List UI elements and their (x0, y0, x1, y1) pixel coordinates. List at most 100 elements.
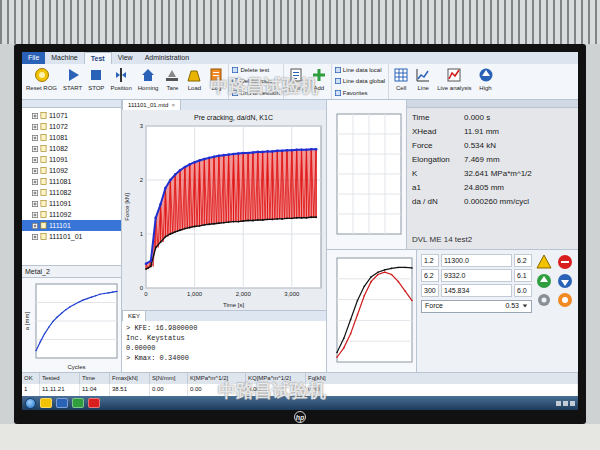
tray-icon[interactable] (570, 401, 575, 406)
control-button[interactable] (557, 254, 573, 270)
column-header[interactable]: Time (80, 373, 110, 384)
control-value[interactable]: 6.0 (514, 284, 532, 297)
control-button[interactable] (536, 254, 552, 270)
ribbon-button[interactable]: Position (108, 64, 133, 99)
cycle-line (233, 154, 234, 222)
ribbon-button-icon-holder (478, 67, 494, 83)
control-value[interactable]: 6.1 (514, 269, 532, 282)
column-header[interactable]: Fq[kN] (306, 373, 578, 384)
column-header[interactable]: S[N/mm] (150, 373, 188, 384)
cycle-line (291, 150, 292, 218)
cycle-line (194, 162, 195, 226)
readout-value: 32.641 MPa*m^1/2 (464, 167, 573, 181)
tree-item[interactable]: 111101 (22, 220, 121, 231)
log-tab[interactable]: KEY (122, 311, 146, 321)
ribbon-small-button[interactable]: End of session (232, 89, 279, 97)
ribbon-button[interactable]: Add (309, 64, 329, 99)
cycle-line (262, 152, 263, 220)
tray-icon[interactable] (556, 401, 561, 406)
column-header[interactable]: OK (22, 373, 40, 384)
ribbon-small-label: Delete rows (240, 77, 272, 85)
control-value[interactable]: 6.2 (514, 254, 532, 267)
column-header[interactable]: KQ[MPa*m^1/2] (246, 373, 306, 384)
ribbon-small-button[interactable]: Delete rows (232, 77, 279, 85)
log-panel: KEY > KFE: 16.9800000Inc. Keystatus0.000… (122, 310, 326, 372)
control-value[interactable]: 11300.0 (441, 254, 512, 267)
max-force-point (188, 163, 191, 166)
expand-icon (32, 212, 38, 218)
ribbon-button[interactable]: Cell (391, 64, 411, 99)
workspace: 1107111072110811108211091110921110811110… (22, 100, 578, 372)
control-value[interactable]: 1.2 (421, 254, 439, 267)
tree-item[interactable]: 11081 (22, 132, 121, 143)
small-action-icon (335, 78, 341, 84)
column-header[interactable]: Tested (40, 373, 80, 384)
taskbar-app-icon[interactable] (40, 398, 52, 408)
grid-line (337, 299, 412, 300)
ribbon-button-icon-holder (140, 67, 156, 83)
ribbon-button[interactable]: Log (206, 64, 226, 99)
readout-row: Time0.000 s (412, 111, 573, 125)
control-value[interactable]: 6.2 (421, 269, 439, 282)
document-tab[interactable]: 111101_01.mtd× (122, 100, 181, 110)
taskbar-app-icon[interactable] (88, 398, 100, 408)
menu-tab[interactable]: Administration (139, 52, 195, 64)
tree-item[interactable]: 11071 (22, 110, 121, 121)
tree-item[interactable]: 11082 (22, 143, 121, 154)
close-button[interactable]: × (171, 100, 175, 110)
ribbon-button[interactable]: STOP (86, 64, 106, 99)
control-button[interactable] (557, 273, 573, 289)
menu-tab[interactable]: View (112, 52, 139, 64)
control-button[interactable] (536, 273, 552, 289)
control-value[interactable]: 9332.0 (441, 269, 512, 282)
high-icon (478, 67, 494, 83)
control-button[interactable] (557, 292, 573, 308)
tree-item[interactable]: 11091 (22, 154, 121, 165)
ribbon-button-icon-holder (393, 67, 409, 83)
down-arrow-icon (557, 273, 573, 289)
start-button[interactable] (25, 398, 36, 409)
menu-tab[interactable]: File (22, 52, 45, 64)
ribbon-button[interactable]: Reset ROG (24, 64, 59, 99)
grid-line (291, 126, 292, 288)
ribbon-small-label: Line data global (343, 77, 385, 85)
ribbon-button[interactable]: Result (286, 64, 307, 99)
tree-item[interactable]: 111091 (22, 198, 121, 209)
column-header[interactable]: K[MPa*m^1/2] (188, 373, 246, 384)
max-force-point (252, 151, 255, 154)
control-value[interactable]: 300 (421, 284, 439, 297)
column-header[interactable]: Fmax[kN] (110, 373, 150, 384)
ribbon-button[interactable]: Load (184, 64, 204, 99)
cycle-line (252, 152, 253, 220)
ribbon-button[interactable]: Tare (162, 64, 182, 99)
taskbar-app-icon[interactable] (56, 398, 68, 408)
tree-item[interactable]: 111101_01 (22, 231, 121, 242)
ribbon-small-button[interactable]: Favorites (335, 89, 385, 97)
ribbon-button-label: STOP (88, 84, 104, 92)
tree-item[interactable]: 111092 (22, 209, 121, 220)
ribbon-button[interactable]: Homing (136, 64, 161, 99)
tray-icon[interactable] (563, 401, 568, 406)
ribbon-small-button[interactable]: Line data local (335, 66, 385, 74)
menu-tab[interactable]: Machine (45, 52, 83, 64)
taskbar-app-icon[interactable] (72, 398, 84, 408)
channel-select[interactable]: Force0.53 (421, 300, 532, 313)
tree-item[interactable]: 111081 (22, 176, 121, 187)
ribbon-button[interactable]: Line (413, 64, 433, 99)
ribbon-button[interactable]: Live analysis (435, 64, 473, 99)
table-row[interactable]: 111.11.2111:0438.510.000.000.000.00 (22, 384, 578, 396)
cycle-line (180, 170, 181, 230)
ribbon-button[interactable]: High (476, 64, 496, 99)
ribbon-small-button[interactable]: Delete test (232, 66, 279, 74)
plot-area (36, 284, 117, 358)
min-force-point (247, 220, 249, 222)
tree-item-label: 11071 (49, 110, 68, 121)
tree-item[interactable]: 111082 (22, 187, 121, 198)
control-button[interactable] (536, 292, 552, 308)
ribbon-small-button[interactable]: Line data global (335, 77, 385, 85)
menu-tab[interactable]: Test (84, 52, 112, 64)
ribbon-button[interactable]: START (61, 64, 84, 99)
tree-item[interactable]: 11072 (22, 121, 121, 132)
tree-item[interactable]: 11092 (22, 165, 121, 176)
control-value[interactable]: 145.834 (441, 284, 512, 297)
